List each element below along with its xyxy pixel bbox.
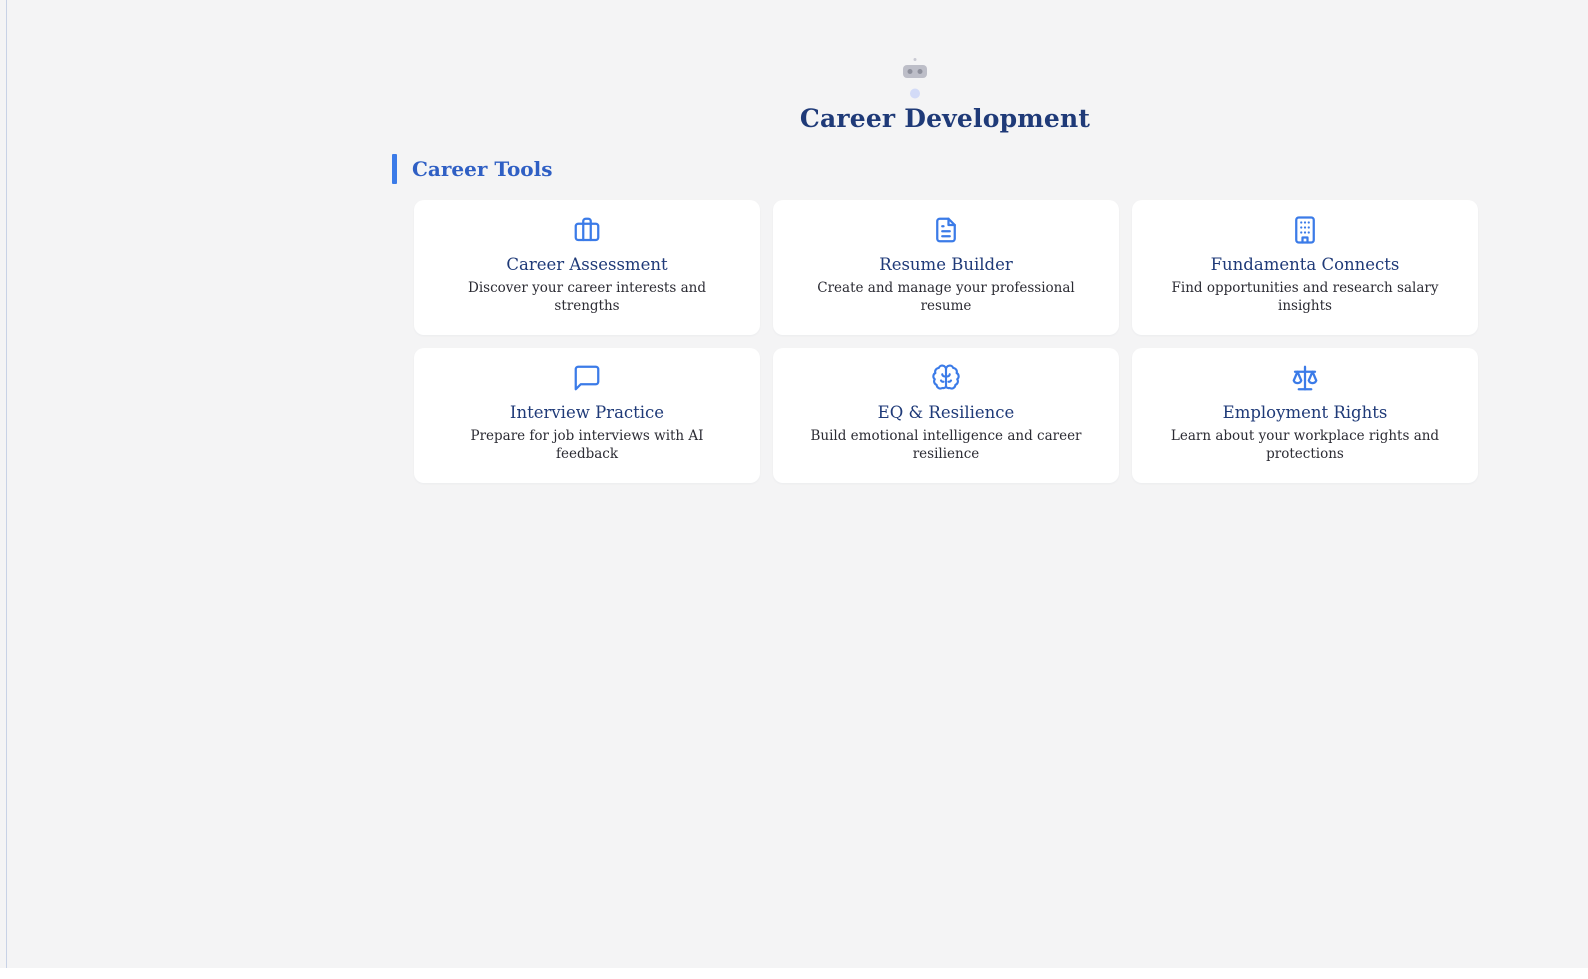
tool-card-title: EQ & Resilience: [877, 403, 1015, 422]
tool-card-employment-rights[interactable]: Employment Rights Learn about your workp…: [1132, 348, 1478, 483]
tools-grid: Career Assessment Discover your career i…: [414, 200, 1478, 483]
tool-card-title: Career Assessment: [506, 255, 668, 274]
tool-card-description: Build emotional intelligence and career …: [810, 428, 1082, 462]
robot-icon: [903, 58, 927, 99]
tool-card-description: Discover your career interests and stren…: [468, 280, 706, 314]
page-title: Career Development: [799, 104, 1091, 133]
tool-card-title: Fundamenta Connects: [1210, 255, 1400, 274]
tool-card-eq-resilience[interactable]: EQ & Resilience Build emotional intellig…: [773, 348, 1119, 483]
tool-card-fundamenta-connects[interactable]: Fundamenta Connects Find opportunities a…: [1132, 200, 1478, 335]
section-heading: Career Tools: [392, 154, 553, 184]
chat-bubble-icon: [571, 362, 603, 394]
tool-card-description: Learn about your workplace rights and pr…: [1170, 428, 1440, 462]
briefcase-icon: [571, 214, 603, 246]
scale-icon: [1289, 362, 1321, 394]
tool-card-title: Employment Rights: [1222, 403, 1388, 422]
document-icon: [930, 214, 962, 246]
tool-card-description: Create and manage your professional resu…: [817, 280, 1075, 314]
section-title: Career Tools: [412, 157, 553, 181]
tool-card-title: Resume Builder: [879, 255, 1013, 274]
tool-card-interview-practice[interactable]: Interview Practice Prepare for job inter…: [414, 348, 760, 483]
section-accent-bar: [392, 154, 397, 184]
bottom-edge: [0, 968, 1588, 979]
tool-card-career-assessment[interactable]: Career Assessment Discover your career i…: [414, 200, 760, 335]
tool-card-description: Prepare for job interviews with AI feedb…: [470, 428, 704, 462]
tool-card-description: Find opportunities and research salary i…: [1171, 280, 1439, 314]
brain-icon: [930, 362, 962, 394]
building-icon: [1289, 214, 1321, 246]
tool-card-title: Interview Practice: [509, 403, 665, 422]
tool-card-resume-builder[interactable]: Resume Builder Create and manage your pr…: [773, 200, 1119, 335]
left-border: [6, 0, 7, 979]
